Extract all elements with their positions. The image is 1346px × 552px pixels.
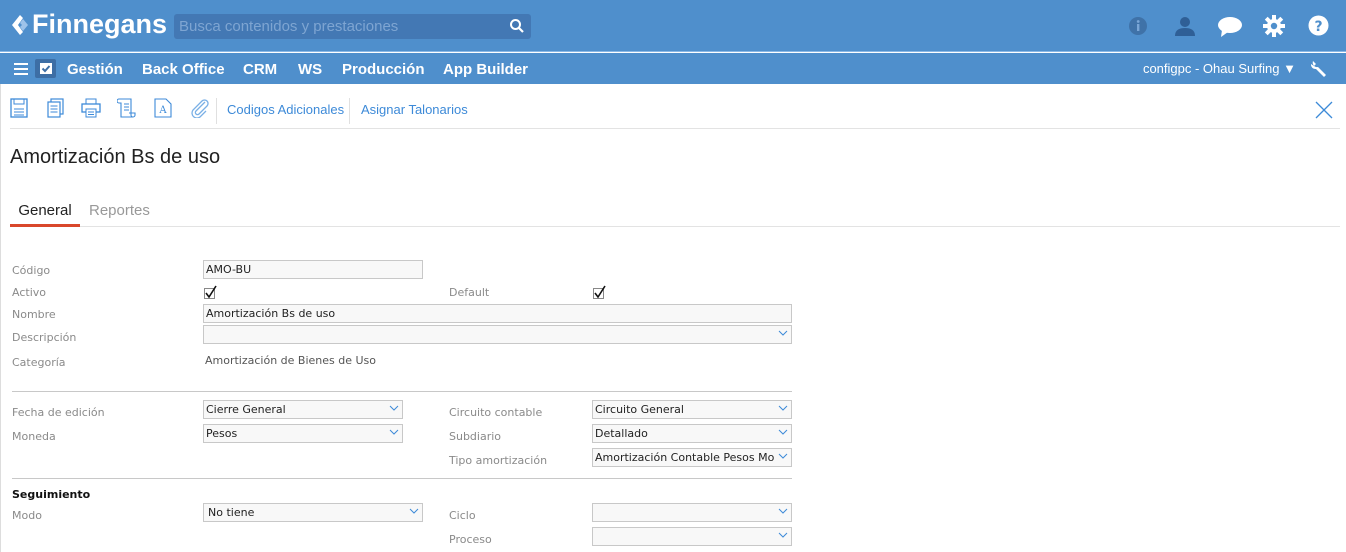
nav-crm[interactable]: CRM — [243, 61, 277, 78]
chevron-down-icon — [778, 451, 788, 461]
modo-value: No tiene — [208, 506, 255, 519]
svg-text:A: A — [158, 105, 167, 116]
search-icon[interactable] — [509, 18, 525, 34]
descripcion-label: Descripción — [12, 331, 77, 344]
proceso-label: Proceso — [449, 533, 492, 546]
chevron-down-icon — [778, 429, 788, 435]
svg-text:?: ? — [1314, 19, 1322, 35]
modo-label: Modo — [12, 509, 42, 522]
nav-gestion[interactable]: Gestión — [67, 61, 123, 78]
search-placeholder: Busca contenidos y prestaciones — [179, 18, 399, 35]
nombre-input[interactable]: Amortización Bs de uso — [203, 304, 792, 323]
logo-mark-icon — [12, 15, 28, 35]
gear-icon[interactable] — [1263, 15, 1285, 37]
wrench-icon[interactable] — [1310, 60, 1328, 78]
circuito-select[interactable]: Circuito General — [592, 400, 792, 419]
divider — [12, 478, 792, 479]
nav-produccion[interactable]: Producción — [342, 61, 425, 78]
chevron-down-icon — [778, 508, 788, 514]
copy-icon[interactable] — [47, 98, 65, 118]
toolbar-divider — [349, 98, 350, 124]
subdiario-select[interactable]: Detallado — [592, 424, 792, 443]
tipo-amortizacion-label: Tipo amortización — [449, 454, 548, 467]
nav-back-office[interactable]: Back Office — [142, 61, 225, 78]
tab-general[interactable]: General — [10, 202, 80, 227]
ciclo-select[interactable] — [592, 503, 792, 522]
default-label: Default — [449, 286, 490, 299]
print-icon[interactable] — [81, 98, 101, 118]
circuito-value: Circuito General — [595, 403, 684, 416]
scroll-document-icon[interactable] — [117, 98, 137, 118]
logo-text: Finnegans — [32, 9, 168, 39]
chevron-down-icon — [778, 330, 788, 336]
categoria-label: Categoría — [12, 356, 66, 369]
seguimiento-heading: Seguimiento — [12, 488, 91, 501]
chat-icon[interactable] — [1217, 16, 1243, 38]
user-icon[interactable] — [1173, 15, 1197, 37]
tipo-amortizacion-value: Amortización Contable Pesos Mo — [595, 451, 775, 464]
descripcion-select[interactable] — [203, 325, 792, 344]
chevron-down-icon — [389, 405, 399, 411]
hamburger-menu-icon[interactable] — [14, 63, 28, 75]
activo-checkbox[interactable] — [204, 285, 218, 299]
page-border — [0, 84, 1, 552]
modo-select[interactable]: No tiene — [203, 503, 423, 522]
codigo-input[interactable]: AMO-BU — [203, 260, 423, 279]
tab-reportes[interactable]: Reportes — [89, 202, 150, 219]
search-input[interactable]: Busca contenidos y prestaciones — [174, 14, 531, 39]
subdiario-label: Subdiario — [449, 430, 502, 443]
fecha-edicion-label: Fecha de edición — [12, 406, 105, 419]
moneda-label: Moneda — [12, 430, 56, 443]
subdiario-value: Detallado — [595, 427, 648, 440]
proceso-select[interactable] — [592, 527, 792, 546]
codigos-adicionales-link[interactable]: Codigos Adicionales — [227, 102, 344, 117]
nombre-label: Nombre — [12, 308, 56, 321]
close-icon[interactable] — [1315, 101, 1333, 119]
help-icon[interactable]: ? — [1308, 15, 1329, 36]
info-icon[interactable] — [1128, 16, 1148, 36]
tipo-amortizacion-select[interactable]: Amortización Contable Pesos Mo — [592, 448, 792, 467]
fecha-edicion-value: Cierre General — [206, 403, 286, 416]
asignar-talonarios-link[interactable]: Asignar Talonarios — [361, 102, 468, 117]
chevron-down-icon — [778, 532, 788, 538]
codigo-label: Código — [12, 264, 51, 277]
ciclo-label: Ciclo — [449, 509, 476, 522]
fecha-edicion-select[interactable]: Cierre General — [203, 400, 403, 419]
activo-label: Activo — [12, 286, 46, 299]
chevron-down-icon — [389, 429, 399, 435]
circuito-label: Circuito contable — [449, 406, 543, 419]
save-icon[interactable] — [10, 98, 28, 118]
nav-app-builder[interactable]: App Builder — [443, 61, 528, 78]
moneda-value: Pesos — [206, 427, 238, 440]
attachment-icon[interactable] — [190, 98, 210, 118]
checkbox-icon — [40, 63, 52, 74]
moneda-select[interactable]: Pesos — [203, 424, 403, 443]
toolbar: A Codigos Adicionales Asignar Talonarios — [10, 84, 1340, 129]
main-nav: Gestión Back Office CRM WS Producción Ap… — [0, 53, 1346, 84]
nav-ws[interactable]: WS — [298, 61, 322, 78]
categoria-value: Amortización de Bienes de Uso — [205, 354, 377, 367]
page-title: Amortización Bs de uso — [10, 146, 221, 168]
chevron-down-icon — [409, 508, 419, 514]
logo[interactable]: Finnegans — [12, 9, 167, 40]
tasks-button[interactable] — [35, 59, 56, 78]
tab-bar: General Reportes — [10, 196, 1340, 227]
default-checkbox[interactable] — [593, 285, 607, 299]
chevron-down-icon — [778, 405, 788, 411]
divider — [12, 391, 792, 392]
text-document-icon[interactable]: A — [154, 98, 172, 118]
top-bar: Finnegans Busca contenidos y prestacione… — [0, 0, 1346, 52]
user-company-dropdown[interactable]: configpc - Ohau Surfing ▼ — [1143, 61, 1296, 76]
toolbar-divider — [216, 98, 217, 124]
